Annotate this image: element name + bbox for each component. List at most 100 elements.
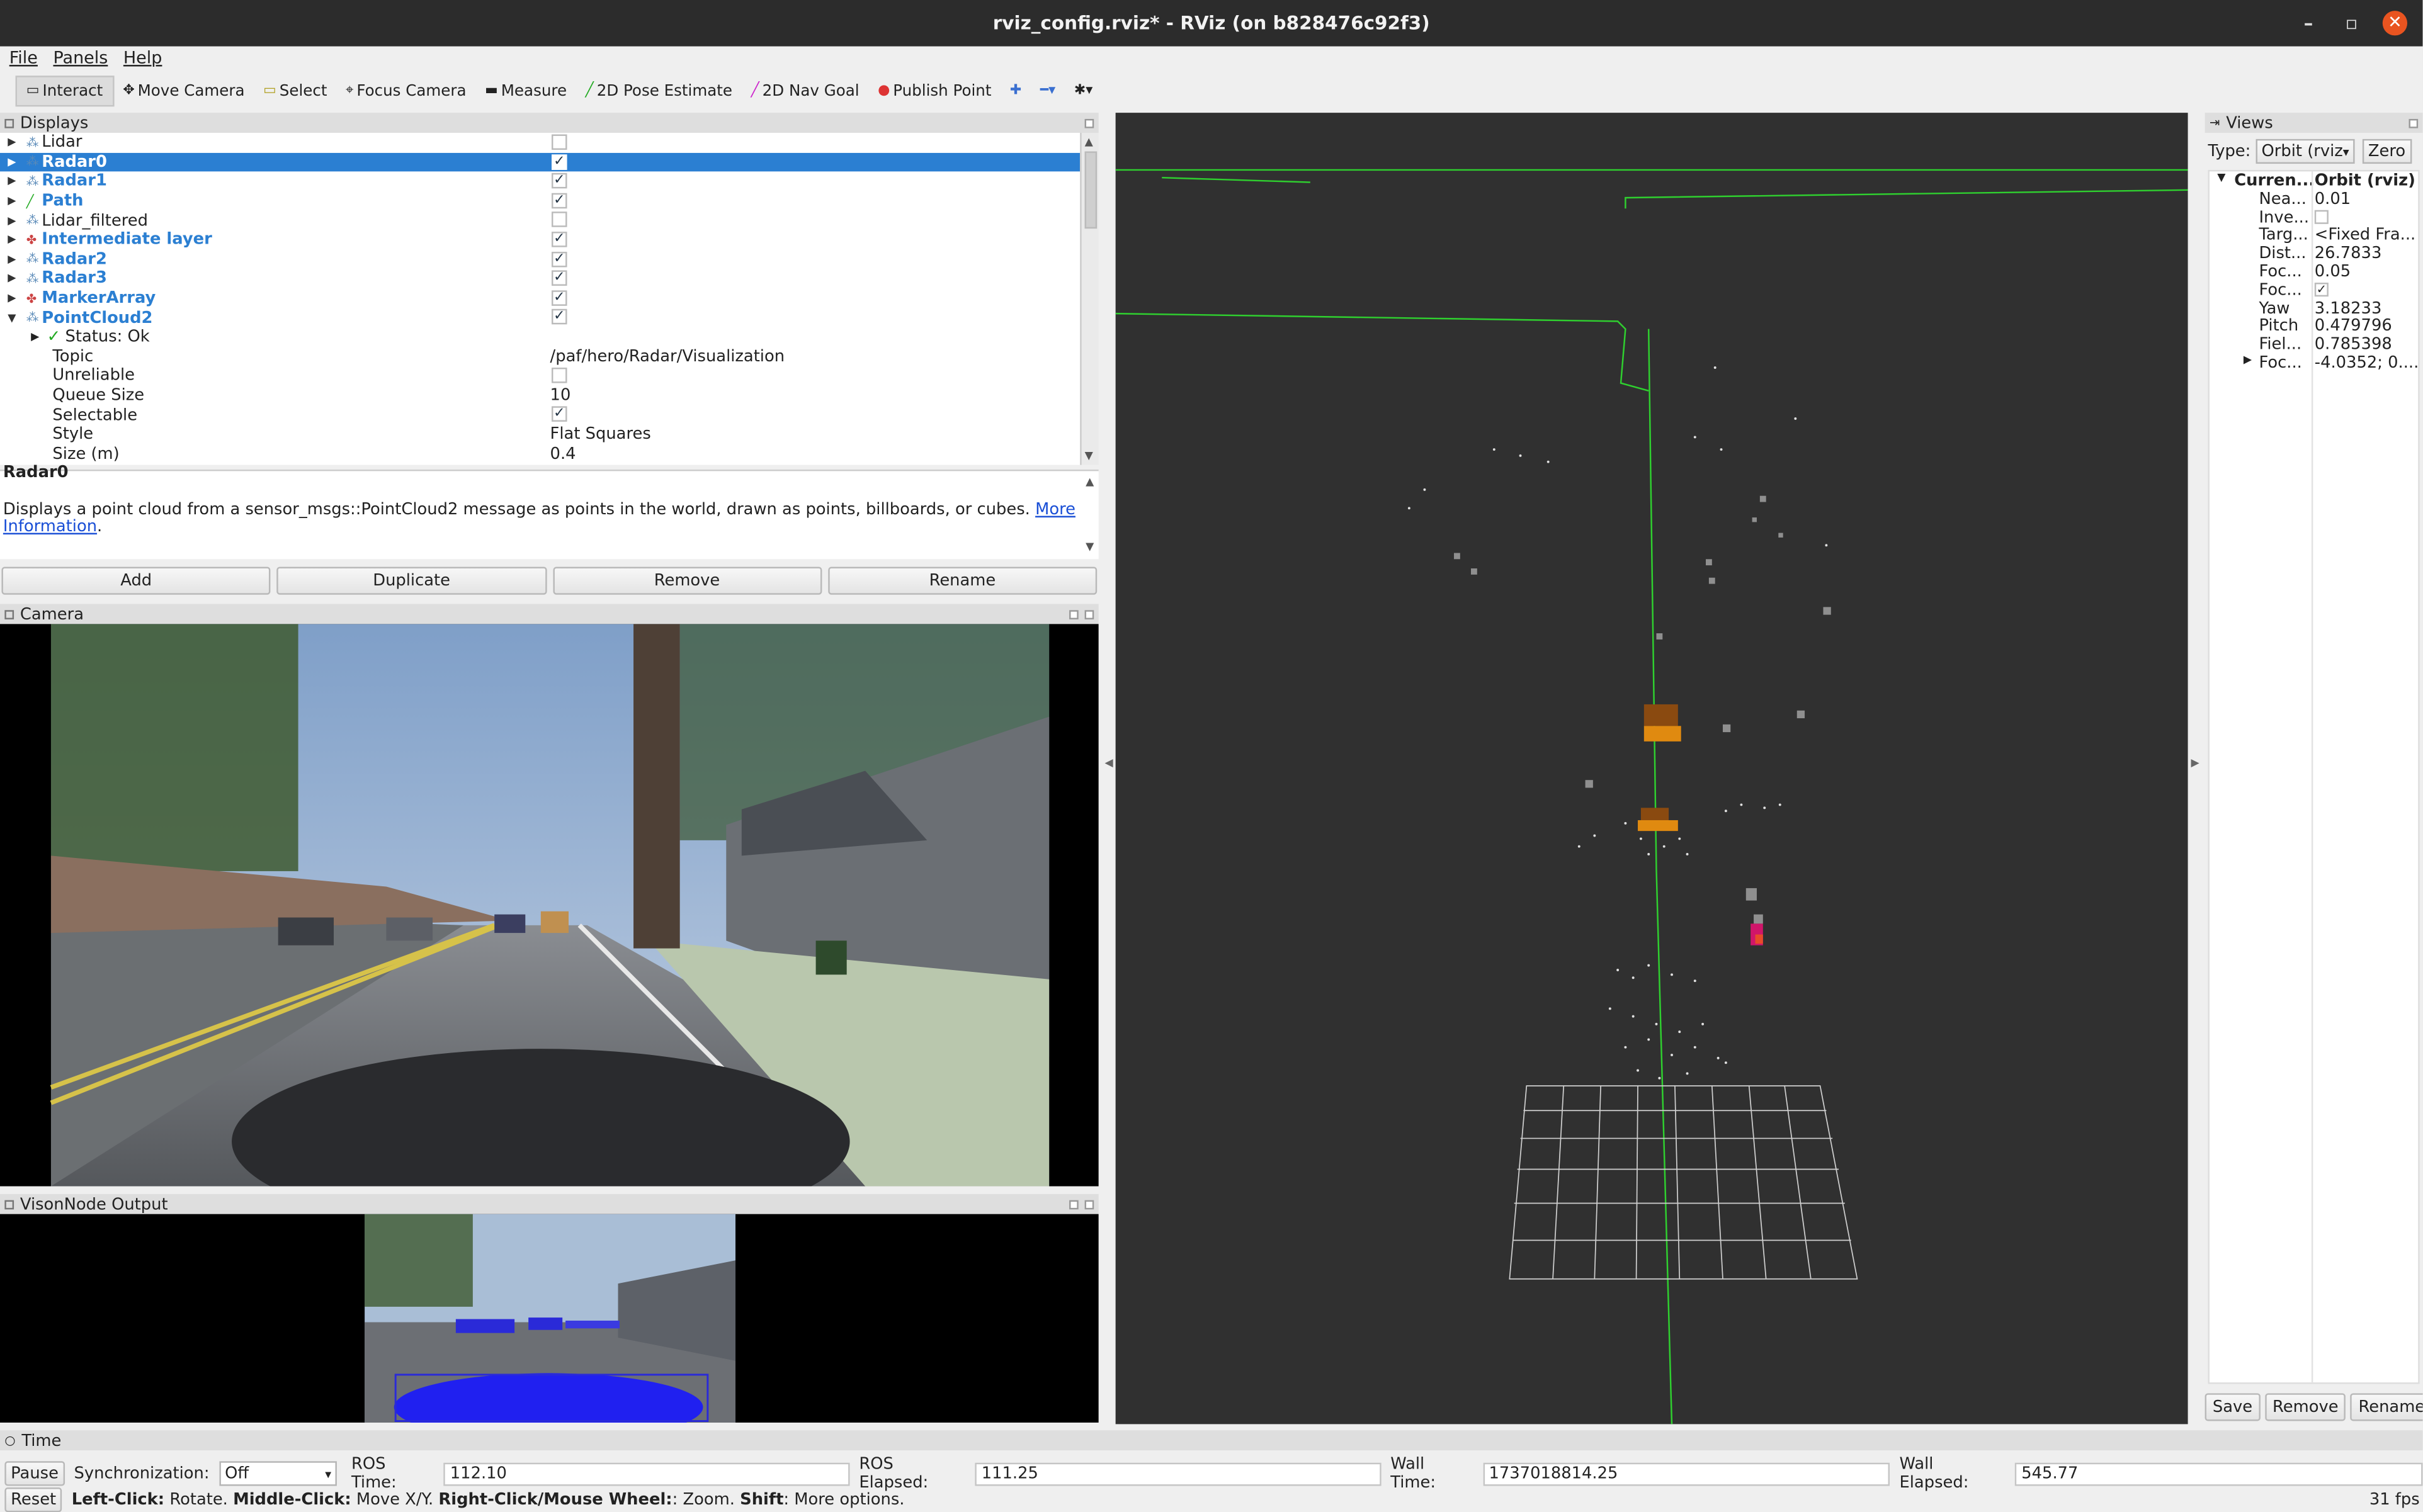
display-checkbox[interactable]: ✓ — [552, 251, 567, 267]
property-value[interactable]: Flat Squares — [550, 425, 651, 443]
menu-help[interactable]: Help — [123, 48, 162, 68]
maximize-icon[interactable]: ▫ — [2339, 11, 2364, 35]
more-information-link[interactable]: Information — [3, 517, 97, 536]
tool-measure[interactable]: ▬ Measure — [475, 76, 576, 106]
property-value[interactable]: 10 — [550, 386, 571, 404]
more-information-link[interactable]: More — [1035, 500, 1075, 518]
display-item-path[interactable]: ▶ ╱ Path ✓ — [0, 191, 1080, 211]
expand-arrow-icon[interactable]: ▶ — [8, 195, 20, 207]
panel-float-icon[interactable] — [2409, 118, 2419, 128]
display-item-markerarray[interactable]: ▶ ✤ MarkerArray ✓ — [0, 288, 1080, 308]
expand-arrow-icon[interactable]: ▶ — [8, 253, 20, 266]
display-checkbox[interactable]: ✓ — [552, 173, 567, 189]
save-view-button[interactable]: Save — [2205, 1393, 2261, 1421]
view-prop-row[interactable]: Nea... 0.01 — [2210, 189, 2418, 208]
view-prop-row[interactable]: Foc... 0.05 — [2210, 262, 2418, 281]
rename-button[interactable]: Rename — [827, 567, 1098, 595]
menu-panels[interactable]: Panels — [53, 48, 108, 68]
expand-arrow-icon[interactable]: ▶ — [8, 273, 20, 285]
property-row-topic[interactable]: Topic/paf/hero/Radar/Visualization — [0, 347, 1080, 366]
wall-elapsed-field[interactable]: 545.77 — [2015, 1462, 2423, 1486]
tool-nav-goal[interactable]: ╱ 2D Nav Goal — [742, 76, 869, 106]
expand-arrow-icon[interactable]: ▶ — [8, 292, 20, 305]
panel-close-icon[interactable] — [1084, 609, 1094, 619]
vision-node-image[interactable] — [0, 1214, 1099, 1441]
render-viewport[interactable] — [1115, 113, 2188, 1425]
camera-image[interactable] — [0, 624, 1099, 1234]
tool-interact[interactable]: ▭ Interact — [15, 76, 114, 107]
display-item-radar0[interactable]: ▶ ⁂ Radar0 ✓ — [0, 152, 1081, 172]
status-row[interactable]: ▶ ✓ Status: Ok — [0, 327, 1080, 347]
view-prop-value[interactable]: 0.01 — [2315, 189, 2351, 208]
scroll-up-icon[interactable]: ▲ — [1086, 474, 1094, 492]
view-prop-value[interactable]: 3.18233 — [2315, 299, 2382, 317]
display-item-lidar-filtered[interactable]: ▶ ⁂ Lidar_filtered — [0, 211, 1080, 230]
expand-arrow-icon[interactable]: ▶ — [8, 156, 20, 169]
view-prop-row[interactable]: ▶ Foc... -4.0352; 0.... — [2210, 354, 2418, 372]
ros-time-field[interactable]: 112.10 — [443, 1462, 850, 1486]
remove-view-button[interactable]: Remove — [2264, 1393, 2346, 1421]
current-view-row[interactable]: ▼ Curren... Orbit (rviz) — [2210, 171, 2418, 189]
view-prop-row[interactable]: Foc... ✓ — [2210, 281, 2418, 300]
add-tool-button[interactable]: ✚ — [1001, 76, 1031, 106]
tool-options-button[interactable]: ✱▾ — [1065, 76, 1102, 106]
view-type-select[interactable]: Orbit (rviz ▾ — [2255, 138, 2354, 164]
expand-arrow-icon[interactable]: ▶ — [8, 234, 20, 246]
view-prop-row[interactable]: Dist... 26.7833 — [2210, 244, 2418, 262]
add-button[interactable]: Add — [1, 567, 271, 595]
collapse-right-icon[interactable]: ▶ — [2191, 757, 2199, 769]
display-checkbox[interactable] — [552, 212, 567, 228]
view-prop-value[interactable]: 0.785398 — [2315, 336, 2392, 354]
unreliable-checkbox[interactable] — [552, 368, 567, 383]
invert-checkbox[interactable] — [2314, 209, 2329, 223]
display-checkbox[interactable]: ✓ — [552, 193, 567, 208]
ros-elapsed-field[interactable]: 111.25 — [975, 1462, 1382, 1486]
pause-button[interactable]: Pause — [4, 1461, 65, 1486]
zero-button[interactable]: Zero — [2362, 138, 2412, 164]
panel-close-icon[interactable] — [1084, 1199, 1094, 1209]
remove-tool-button[interactable]: ━▾ — [1031, 76, 1065, 106]
displays-scrollbar[interactable]: ▲ ▼ — [1080, 133, 1099, 465]
view-prop-row[interactable]: Yaw 3.18233 — [2210, 299, 2418, 317]
display-checkbox[interactable]: ✓ — [552, 231, 567, 247]
property-row-unreliable[interactable]: Unreliable — [0, 366, 1080, 386]
panel-float-icon[interactable] — [1084, 118, 1094, 128]
duplicate-button[interactable]: Duplicate — [276, 567, 547, 595]
tool-focus-camera[interactable]: ⌖ Focus Camera — [336, 76, 475, 106]
selectable-checkbox[interactable]: ✓ — [552, 407, 567, 422]
reset-button[interactable]: Reset — [4, 1487, 62, 1512]
scroll-thumb[interactable] — [1084, 151, 1098, 229]
panel-float-icon[interactable] — [1069, 609, 1079, 619]
display-item-intermediate-layer[interactable]: ▶ ✤ Intermediate layer ✓ — [0, 230, 1080, 250]
display-item-radar1[interactable]: ▶ ⁂ Radar1 ✓ — [0, 172, 1080, 191]
expand-arrow-icon[interactable]: ▶ — [31, 331, 39, 344]
collapse-arrow-icon[interactable]: ▼ — [2217, 171, 2225, 184]
wall-time-field[interactable]: 1737018814.25 — [1482, 1462, 1890, 1486]
display-checkbox[interactable]: ✓ — [552, 154, 567, 169]
tool-move-camera[interactable]: ✥ Move Camera — [113, 76, 254, 106]
view-prop-value[interactable]: -4.0352; 0.... — [2315, 354, 2418, 372]
expand-arrow-icon[interactable]: ▶ — [8, 137, 20, 149]
display-item-radar2[interactable]: ▶ ⁂ Radar2 ✓ — [0, 249, 1080, 269]
focal-shape-checkbox[interactable]: ✓ — [2314, 282, 2329, 296]
tool-pose-estimate[interactable]: ╱ 2D Pose Estimate — [576, 76, 742, 106]
expand-arrow-icon[interactable]: ▶ — [8, 175, 20, 188]
scroll-down-icon[interactable]: ▼ — [1085, 449, 1093, 462]
view-prop-value[interactable]: 26.7833 — [2315, 244, 2382, 262]
close-icon[interactable]: ✕ — [2382, 11, 2408, 36]
property-row-selectable[interactable]: Selectable ✓ — [0, 405, 1080, 425]
view-prop-value[interactable]: 0.479796 — [2315, 317, 2392, 336]
expand-arrow-icon[interactable]: ▶ — [2244, 354, 2252, 366]
view-prop-value[interactable]: <Fixed Fra... — [2315, 226, 2415, 244]
property-row-queue-size[interactable]: Queue Size 10 — [0, 386, 1080, 405]
display-checkbox[interactable]: ✓ — [552, 309, 567, 325]
property-value[interactable]: 0.4 — [550, 444, 576, 463]
display-checkbox[interactable]: ✓ — [552, 290, 567, 306]
tool-select[interactable]: ▭ Select — [254, 76, 336, 106]
display-checkbox[interactable] — [552, 134, 567, 150]
menu-file[interactable]: File — [9, 48, 38, 68]
minimize-icon[interactable]: – — [2296, 11, 2320, 35]
display-item-radar3[interactable]: ▶ ⁂ Radar3 ✓ — [0, 269, 1080, 288]
scroll-down-icon[interactable]: ▼ — [1086, 538, 1094, 556]
display-item-pointcloud2[interactable]: ▼ ⁂ PointCloud2 ✓ — [0, 308, 1080, 327]
